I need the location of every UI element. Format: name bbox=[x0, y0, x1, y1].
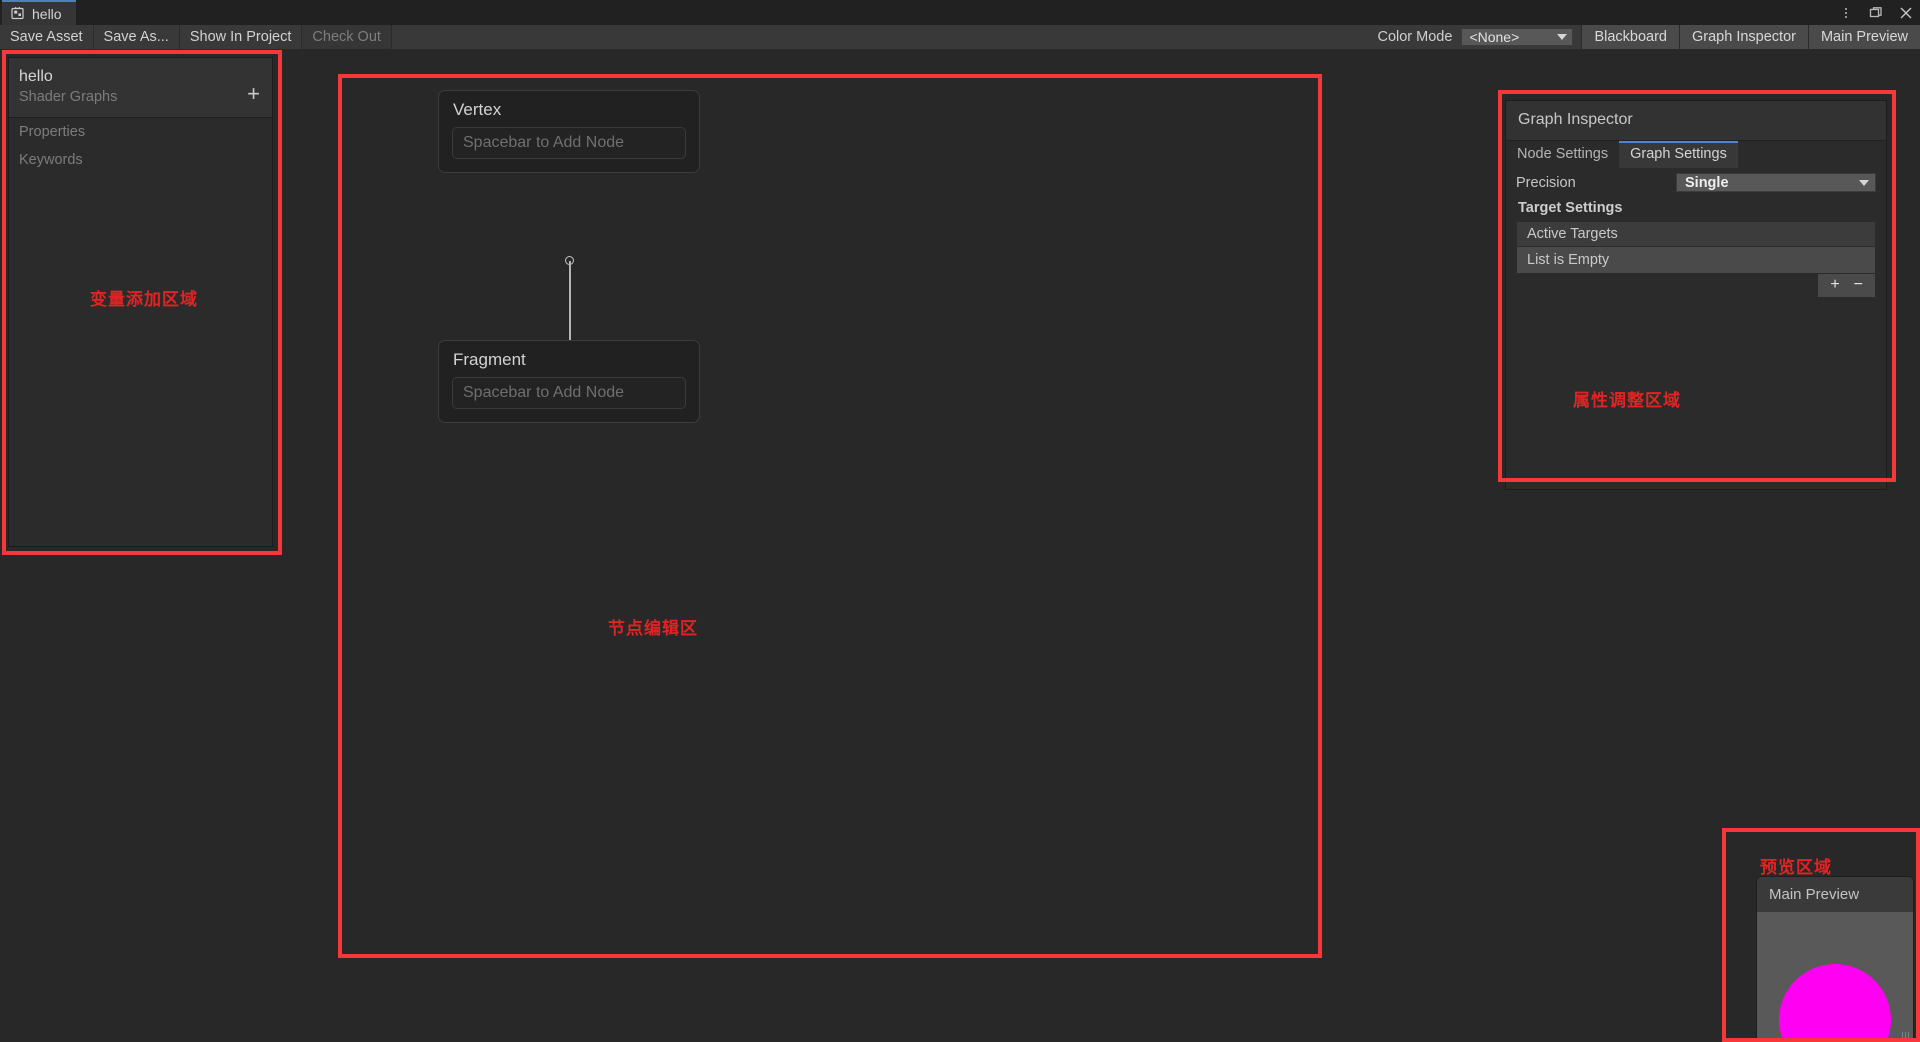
fragment-node-slot[interactable]: Spacebar to Add Node bbox=[452, 377, 686, 409]
active-targets-controls: + − bbox=[1516, 274, 1876, 298]
graph-canvas[interactable]: Vertex Spacebar to Add Node Fragment Spa… bbox=[340, 76, 1320, 956]
close-window-icon[interactable] bbox=[1898, 5, 1914, 21]
color-mode-value: <None> bbox=[1469, 29, 1520, 45]
preview-sphere bbox=[1779, 964, 1891, 1040]
more-options-icon[interactable] bbox=[1838, 5, 1854, 21]
annotation-label-inspector: 属性调整区域 bbox=[1573, 391, 1681, 410]
main-preview-panel[interactable]: Main Preview bbox=[1756, 876, 1914, 1042]
graph-inspector-tabs: Node Settings Graph Settings bbox=[1506, 141, 1886, 168]
graph-inspector-body: Precision Single Target Settings Active … bbox=[1506, 168, 1886, 298]
fragment-node[interactable]: Fragment Spacebar to Add Node bbox=[438, 340, 700, 423]
save-asset-button[interactable]: Save Asset bbox=[0, 25, 94, 49]
toolbar: Save Asset Save As... Show In Project Ch… bbox=[0, 25, 1920, 49]
preview-resize-handle[interactable] bbox=[1902, 1032, 1911, 1038]
precision-dropdown[interactable]: Single bbox=[1676, 173, 1876, 192]
active-targets-list: Active Targets List is Empty + − bbox=[1516, 221, 1876, 298]
tab-graph-settings[interactable]: Graph Settings bbox=[1619, 141, 1738, 168]
document-tab[interactable]: hello bbox=[2, 0, 76, 25]
document-tab-label: hello bbox=[32, 5, 62, 22]
precision-value: Single bbox=[1685, 174, 1729, 191]
title-bar: hello bbox=[0, 0, 1920, 25]
color-mode-dropdown[interactable]: <None> bbox=[1461, 28, 1574, 46]
chevron-down-icon bbox=[1859, 179, 1869, 186]
toggle-main-preview[interactable]: Main Preview bbox=[1807, 25, 1920, 49]
blackboard-section-keywords[interactable]: Keywords bbox=[9, 146, 272, 174]
check-out-button: Check Out bbox=[302, 25, 392, 49]
vertex-node[interactable]: Vertex Spacebar to Add Node bbox=[438, 90, 700, 173]
toggle-blackboard[interactable]: Blackboard bbox=[1581, 25, 1679, 49]
add-target-button[interactable]: + bbox=[1830, 276, 1839, 294]
graph-inspector-panel[interactable]: Graph Inspector Node Settings Graph Sett… bbox=[1505, 100, 1887, 490]
shader-graph-icon bbox=[10, 6, 25, 21]
blackboard-subtitle: Shader Graphs bbox=[19, 89, 118, 105]
tab-node-settings[interactable]: Node Settings bbox=[1506, 141, 1619, 168]
main-preview-viewport[interactable] bbox=[1757, 912, 1913, 1040]
active-targets-label: Active Targets bbox=[1516, 221, 1876, 246]
vertex-node-title: Vertex bbox=[453, 100, 502, 119]
toolbar-right-group: Color Mode <None> Blackboard Graph Inspe… bbox=[1373, 25, 1920, 49]
annotation-label-preview: 预览区域 bbox=[1760, 858, 1832, 877]
show-in-project-button[interactable]: Show In Project bbox=[180, 25, 303, 49]
vertex-node-slot[interactable]: Spacebar to Add Node bbox=[452, 127, 686, 159]
remove-target-button[interactable]: − bbox=[1854, 276, 1863, 294]
window-controls bbox=[1838, 0, 1914, 25]
annotation-label-blackboard: 变量添加区域 bbox=[90, 290, 198, 309]
save-as-button[interactable]: Save As... bbox=[94, 25, 180, 49]
restore-window-icon[interactable] bbox=[1868, 5, 1884, 21]
main-preview-title: Main Preview bbox=[1757, 877, 1913, 912]
graph-inspector-title: Graph Inspector bbox=[1506, 101, 1886, 141]
precision-label: Precision bbox=[1516, 174, 1576, 191]
blackboard-title: hello bbox=[19, 68, 53, 85]
chevron-down-icon bbox=[1557, 34, 1568, 40]
precision-row: Precision Single bbox=[1506, 168, 1886, 196]
color-mode-label: Color Mode bbox=[1377, 29, 1453, 45]
fragment-node-title: Fragment bbox=[453, 350, 526, 369]
annotation-label-graph: 节点编辑区 bbox=[608, 619, 698, 638]
toggle-graph-inspector[interactable]: Graph Inspector bbox=[1678, 25, 1808, 49]
active-targets-empty-row: List is Empty bbox=[1516, 246, 1876, 274]
blackboard-section-properties[interactable]: Properties bbox=[9, 118, 272, 146]
blackboard-header: hello Shader Graphs + bbox=[9, 58, 272, 118]
target-settings-header: Target Settings bbox=[1518, 200, 1623, 216]
add-property-button[interactable]: + bbox=[247, 83, 260, 105]
